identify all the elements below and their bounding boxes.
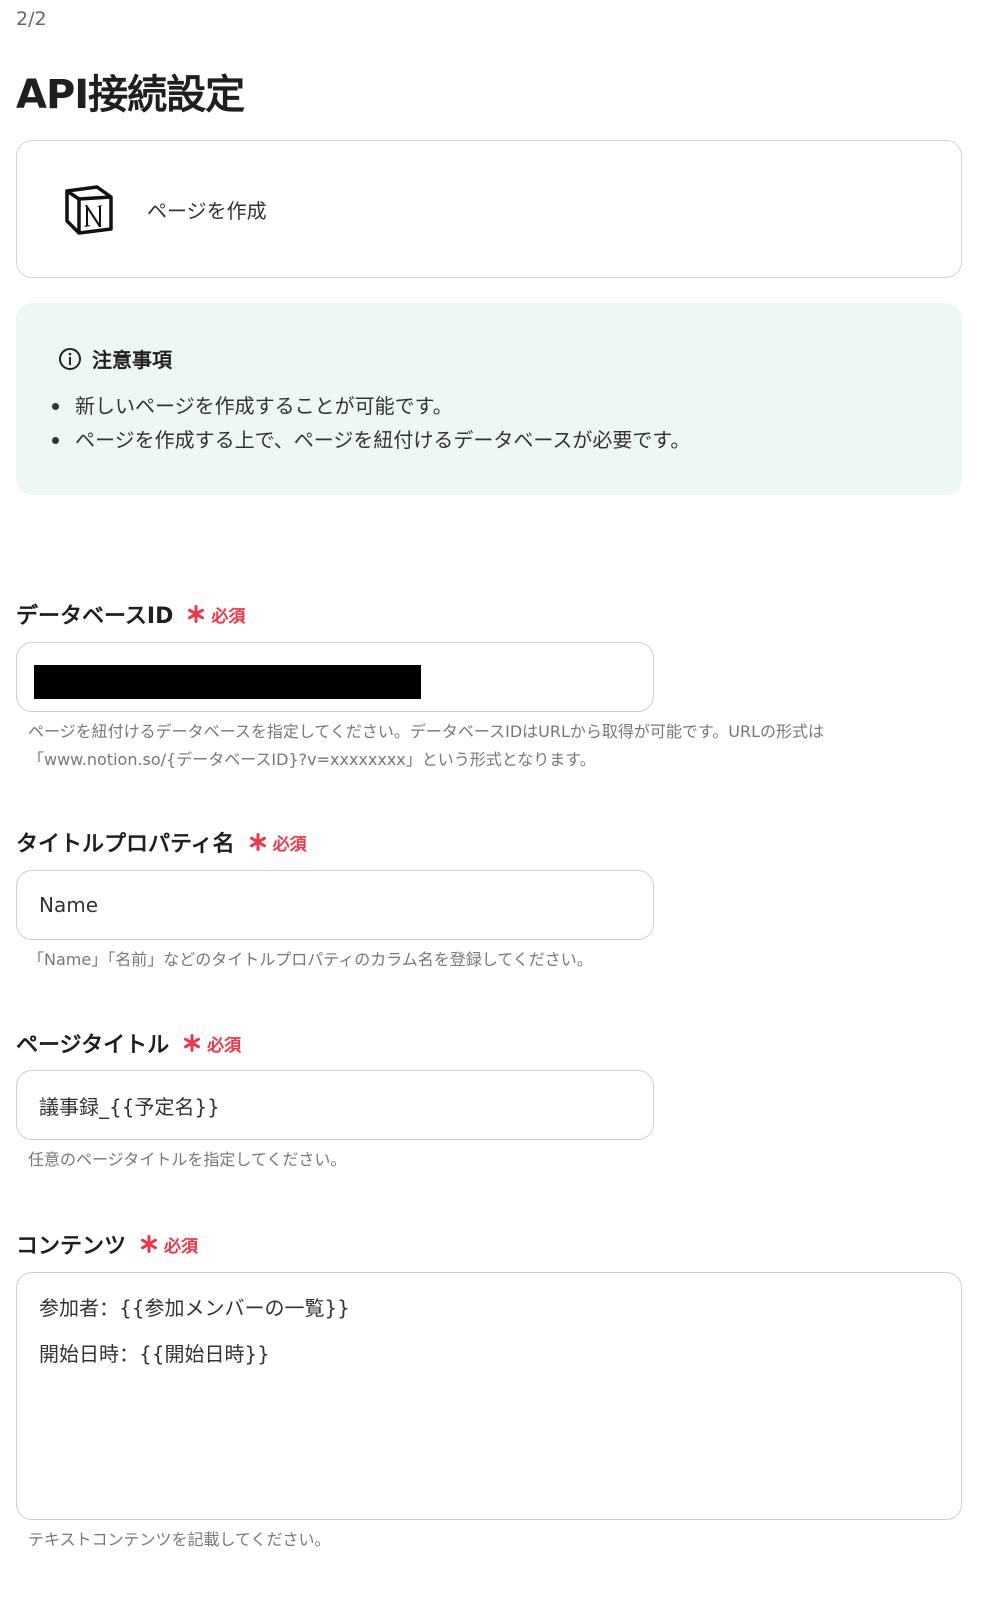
- required-badge: 必須: [211, 606, 246, 627]
- redacted-value: [34, 665, 421, 699]
- required-badge: 必須: [207, 1035, 242, 1056]
- database-id-label: データベースID 必須: [16, 598, 245, 630]
- required-asterisk-icon: [141, 1235, 158, 1253]
- page-title-hint: 任意のページタイトルを指定してください。: [28, 1150, 347, 1169]
- database-id-input[interactable]: [16, 642, 654, 712]
- notice-item: ページを作成する上で、ページを紐付けるデータベースが必要です。: [52, 423, 690, 457]
- required-asterisk-icon: [249, 833, 266, 851]
- content-line: 開始日時：{{開始日時}}: [39, 1342, 270, 1366]
- action-name: ページを作成: [147, 198, 267, 223]
- content-line: 参加者：{{参加メンバーの一覧}}: [39, 1296, 350, 1320]
- notion-logo-icon: [65, 185, 113, 235]
- title-property-label: タイトルプロパティ名 必須: [16, 826, 307, 858]
- required-asterisk-icon: [184, 1034, 201, 1052]
- action-card: ページを作成: [16, 140, 962, 278]
- page-title-label: ページタイトル 必須: [16, 1027, 241, 1059]
- content-hint: テキストコンテンツを記載してください。: [28, 1530, 331, 1549]
- required-badge: 必須: [272, 834, 307, 855]
- required-badge: 必須: [164, 1236, 199, 1257]
- content-label: コンテンツ 必須: [16, 1228, 198, 1260]
- notice-list: 新しいページを作成することが可能です。 ページを作成する上で、ページを紐付けるデ…: [52, 389, 690, 457]
- notice-item: 新しいページを作成することが可能です。: [52, 389, 690, 423]
- notice-box: 注意事項 新しいページを作成することが可能です。 ページを作成する上で、ページを…: [16, 303, 962, 495]
- page-title: API接続設定: [16, 72, 245, 118]
- title-property-hint: 「Name」「名前」などのタイトルプロパティのカラム名を登録してください。: [28, 950, 593, 969]
- content-textarea[interactable]: 参加者：{{参加メンバーの一覧}} 開始日時：{{開始日時}}: [16, 1272, 962, 1520]
- info-icon: [59, 347, 81, 370]
- title-property-input[interactable]: Name: [16, 870, 654, 940]
- page-title-input[interactable]: 議事録_{{予定名}}: [16, 1070, 654, 1140]
- step-indicator: 2/2: [16, 8, 47, 30]
- notice-title: 注意事項: [92, 348, 172, 372]
- notice-header: 注意事項: [58, 344, 172, 373]
- required-asterisk-icon: [188, 605, 205, 623]
- database-id-hint: ページを紐付けるデータベースを指定してください。データベースIDはURLから取得…: [28, 722, 825, 769]
